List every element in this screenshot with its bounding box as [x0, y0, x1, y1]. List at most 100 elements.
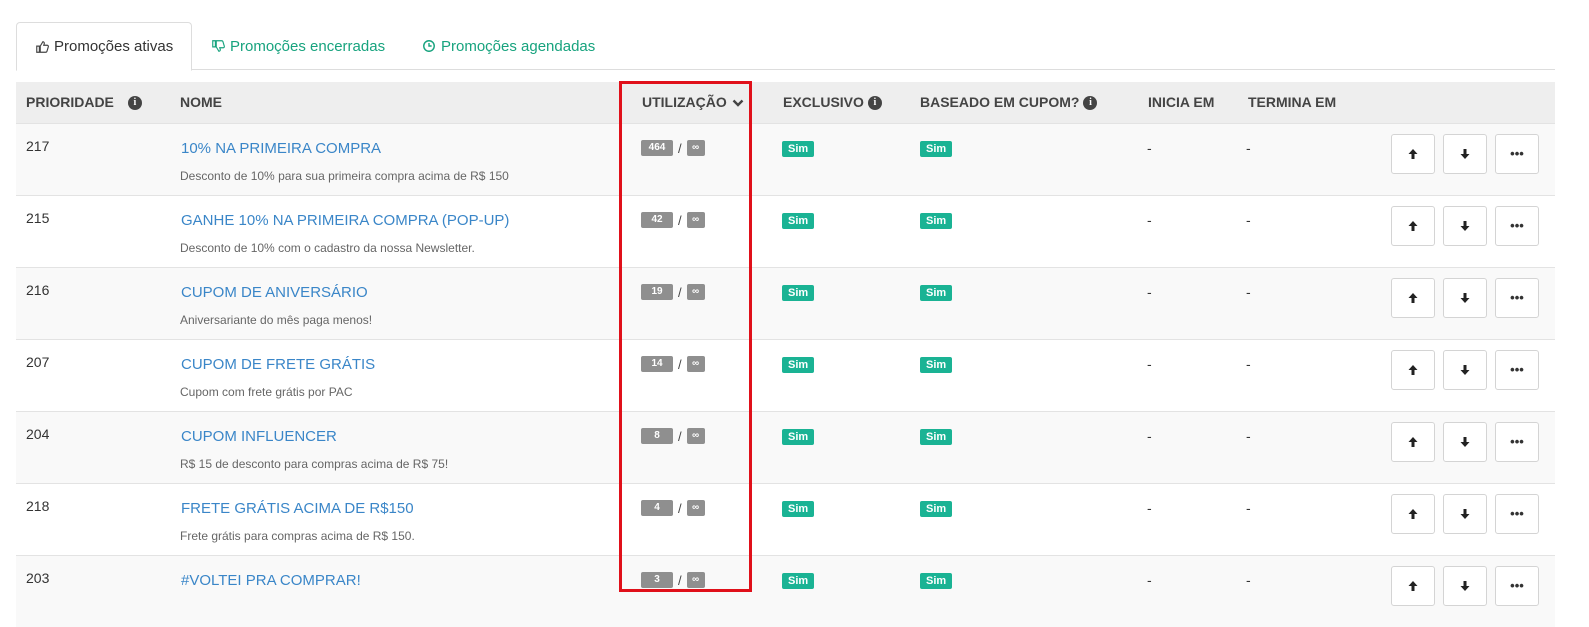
cupom-badge: Sim [920, 573, 953, 589]
usage-cell: 14 / ∞ [641, 356, 705, 372]
move-up-button[interactable] [1391, 494, 1435, 534]
inicia-em-cell: - [1147, 212, 1152, 228]
more-options-label: ••• [1510, 434, 1524, 449]
header-inicia-em[interactable]: INICIA EM [1148, 82, 1214, 123]
move-down-button[interactable] [1443, 134, 1487, 174]
usage-cell: 42 / ∞ [641, 212, 705, 228]
info-icon[interactable]: i [867, 95, 882, 110]
thumbs-up-icon [36, 40, 49, 53]
more-options-button[interactable]: ••• [1495, 422, 1539, 462]
promotion-description: Frete grátis para compras acima de R$ 15… [180, 529, 415, 543]
promotion-name-link[interactable]: GANHE 10% NA PRIMEIRA COMPRA (POP-UP) [181, 212, 509, 229]
info-icon[interactable]: i [1083, 95, 1098, 110]
exclusivo-badge: Sim [782, 501, 815, 517]
table-header: PRIORIDADE i NOME UTILIZAÇÃO EXCLUSIVO i… [16, 82, 1555, 123]
prioridade-cell: 216 [26, 282, 50, 298]
tab-label: Promoções agendadas [441, 37, 596, 55]
table-row: 216 CUPOM DE ANIVERSÁRIO Aniversariante … [16, 267, 1555, 339]
more-options-button[interactable]: ••• [1495, 350, 1539, 390]
table-row: 203 #VOLTEI PRA COMPRAR! 3 / ∞ Sim Sim -… [16, 555, 1555, 627]
termina-em-cell: - [1246, 500, 1251, 516]
info-icon[interactable]: i [127, 95, 142, 110]
move-up-button[interactable] [1391, 278, 1435, 318]
more-options-label: ••• [1510, 218, 1524, 233]
move-down-button[interactable] [1443, 350, 1487, 390]
cupom-badge: Sim [920, 285, 953, 301]
usage-cell: 3 / ∞ [641, 572, 705, 588]
termina-em-cell: - [1246, 428, 1251, 444]
tab-promocoes-ativas[interactable]: Promoções ativas [16, 22, 193, 71]
header-label: NOME [180, 94, 222, 110]
tab-label: Promoções ativas [54, 38, 174, 55]
exclusivo-cell: Sim [782, 211, 815, 229]
usage-limit-badge: ∞ [686, 500, 705, 516]
move-up-button[interactable] [1391, 350, 1435, 390]
promotion-name-link[interactable]: 10% NA PRIMEIRA COMPRA [181, 140, 381, 157]
termina-em-cell: - [1246, 140, 1251, 156]
move-up-button[interactable] [1391, 566, 1435, 606]
prioridade-cell: 217 [26, 138, 50, 154]
exclusivo-cell: Sim [782, 427, 815, 445]
cupom-cell: Sim [920, 283, 953, 301]
promotion-name-link[interactable]: CUPOM DE ANIVERSÁRIO [181, 284, 368, 301]
move-up-button[interactable] [1391, 422, 1435, 462]
usage-count-badge: 14 [641, 356, 673, 372]
inicia-em-cell: - [1147, 500, 1152, 516]
cupom-cell: Sim [920, 211, 953, 229]
tab-promocoes-encerradas[interactable]: Promoções encerradas [193, 22, 403, 70]
more-options-button[interactable]: ••• [1495, 206, 1539, 246]
cupom-badge: Sim [920, 501, 953, 517]
header-utilizacao[interactable]: UTILIZAÇÃO [642, 82, 744, 123]
more-options-button[interactable]: ••• [1495, 278, 1539, 318]
more-options-button[interactable]: ••• [1495, 494, 1539, 534]
exclusivo-cell: Sim [782, 283, 815, 301]
promotion-description: Cupom com frete grátis por PAC [180, 385, 353, 399]
move-up-button[interactable] [1391, 134, 1435, 174]
usage-limit-badge: ∞ [686, 572, 705, 588]
header-nome[interactable]: NOME [180, 82, 222, 123]
exclusivo-badge: Sim [782, 285, 815, 301]
tab-promocoes-agendadas[interactable]: Promoções agendadas [404, 22, 613, 70]
exclusivo-badge: Sim [782, 429, 815, 445]
header-termina-em[interactable]: TERMINA EM [1248, 82, 1336, 123]
exclusivo-badge: Sim [782, 213, 815, 229]
arrow-down-icon [1460, 221, 1470, 231]
arrow-up-icon [1408, 293, 1418, 303]
move-down-button[interactable] [1443, 206, 1487, 246]
more-options-label: ••• [1510, 146, 1524, 161]
promotion-name-link[interactable]: CUPOM INFLUENCER [181, 428, 337, 445]
promotion-name-link[interactable]: FRETE GRÁTIS ACIMA DE R$150 [181, 500, 414, 517]
usage-limit-badge: ∞ [686, 284, 705, 300]
promotion-description: Aniversariante do mês paga menos! [180, 313, 373, 327]
usage-limit-badge: ∞ [686, 428, 705, 444]
arrow-up-icon [1408, 149, 1418, 159]
chevron-down-icon [732, 99, 744, 107]
exclusivo-badge: Sim [782, 573, 815, 589]
inicia-em-cell: - [1147, 284, 1152, 300]
arrow-down-icon [1460, 509, 1470, 519]
header-prioridade[interactable]: PRIORIDADE i [26, 82, 142, 123]
promotion-name-link[interactable]: #VOLTEI PRA COMPRAR! [181, 572, 361, 589]
exclusivo-badge: Sim [782, 141, 815, 157]
arrow-down-icon [1460, 149, 1470, 159]
termina-em-cell: - [1246, 212, 1251, 228]
arrow-down-icon [1460, 437, 1470, 447]
move-down-button[interactable] [1443, 494, 1487, 534]
table-row: 204 CUPOM INFLUENCER R$ 15 de desconto p… [16, 411, 1555, 483]
arrow-down-icon [1460, 365, 1470, 375]
inicia-em-cell: - [1147, 140, 1152, 156]
move-down-button[interactable] [1443, 422, 1487, 462]
promotion-name-link[interactable]: CUPOM DE FRETE GRÁTIS [181, 356, 375, 373]
exclusivo-cell: Sim [782, 355, 815, 373]
usage-limit-badge: ∞ [686, 212, 705, 228]
clock-icon [423, 40, 435, 52]
usage-separator: / [678, 572, 682, 588]
header-baseado-em-cupom[interactable]: BASEADO EM CUPOM? i [920, 82, 1098, 123]
usage-cell: 8 / ∞ [641, 428, 705, 444]
move-up-button[interactable] [1391, 206, 1435, 246]
move-down-button[interactable] [1443, 278, 1487, 318]
header-exclusivo[interactable]: EXCLUSIVO i [783, 82, 882, 123]
more-options-button[interactable]: ••• [1495, 134, 1539, 174]
more-options-button[interactable]: ••• [1495, 566, 1539, 606]
move-down-button[interactable] [1443, 566, 1487, 606]
